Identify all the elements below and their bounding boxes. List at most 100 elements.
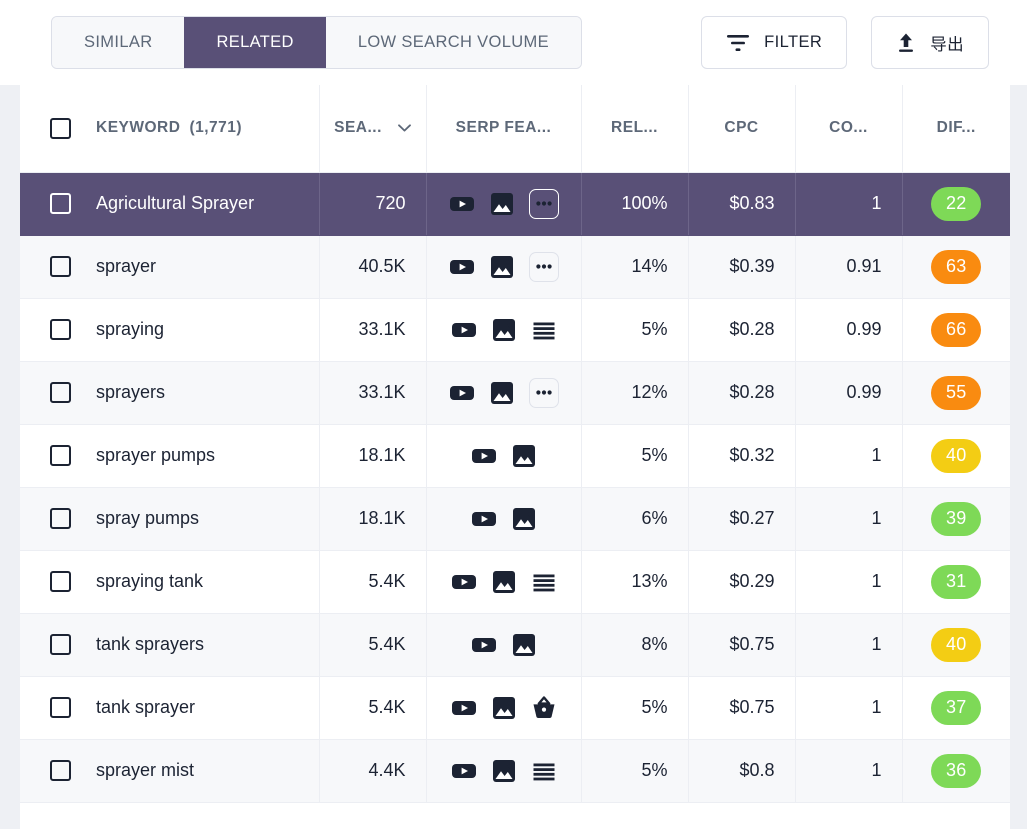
difficulty-badge: 40	[931, 627, 982, 662]
tab-similar[interactable]: SIMILAR	[52, 17, 185, 68]
keyword-type-tab-group[interactable]: SIMILAR RELATED LOW SEARCH VOLUME	[51, 16, 582, 69]
video-icon	[471, 632, 497, 658]
cell-competition: 1	[795, 424, 903, 488]
column-header-serp-features[interactable]: SERP FEA...	[426, 85, 582, 173]
cell-difficulty: 63	[902, 235, 1010, 299]
table-row[interactable]: tank sprayers 5.4K 8% $0.75 1 40	[20, 613, 1010, 677]
cell-serp-features	[426, 487, 582, 551]
cell-competition: 1	[795, 739, 903, 803]
difficulty-badge: 66	[931, 312, 982, 347]
row-checkbox[interactable]	[50, 319, 71, 340]
cell-competition: 1	[795, 172, 903, 236]
column-header-search-volume[interactable]: SEA...	[319, 85, 427, 173]
cell-relevance: 5%	[581, 298, 689, 362]
video-icon	[471, 443, 497, 469]
cell-serp-features	[426, 424, 582, 488]
cell-relevance: 5%	[581, 739, 689, 803]
table-row[interactable]: spraying 33.1K 5% $0.28 0.99 66	[20, 298, 1010, 362]
tab-low-search-volume[interactable]: LOW SEARCH VOLUME	[325, 17, 581, 68]
row-checkbox[interactable]	[50, 697, 71, 718]
cell-cpc: $0.83	[688, 172, 796, 236]
keyword-text[interactable]: tank sprayer	[96, 697, 195, 718]
row-checkbox[interactable]	[50, 193, 71, 214]
cell-keyword: sprayer mist	[20, 739, 320, 803]
cell-serp-features	[426, 550, 582, 614]
column-header-keyword[interactable]: KEYWORD (1,771)	[20, 85, 320, 173]
table-header-row: KEYWORD (1,771) SEA... SERP FEA... REL..…	[20, 85, 1010, 173]
image-icon	[511, 443, 537, 469]
cell-relevance: 12%	[581, 361, 689, 425]
table-row[interactable]: tank sprayer 5.4K 5% $0.75 1 37	[20, 676, 1010, 740]
cell-search-volume: 5.4K	[319, 676, 427, 740]
keyword-text[interactable]: spray pumps	[96, 508, 199, 529]
export-button[interactable]: 导出	[871, 16, 989, 69]
list-icon	[531, 569, 557, 595]
cell-keyword: Agricultural Sprayer	[20, 172, 320, 236]
row-checkbox[interactable]	[50, 508, 71, 529]
video-icon	[451, 569, 477, 595]
more-icon[interactable]	[528, 377, 559, 408]
cell-difficulty: 39	[902, 487, 1010, 551]
image-icon	[489, 254, 515, 280]
row-checkbox[interactable]	[50, 382, 71, 403]
cell-cpc: $0.75	[688, 613, 796, 677]
table-row[interactable]: sprayer 40.5K 14% $0.39 0.91 63	[20, 235, 1010, 299]
cell-relevance: 8%	[581, 613, 689, 677]
keyword-text[interactable]: Agricultural Sprayer	[96, 193, 254, 214]
table-row[interactable]: Agricultural Sprayer 720 100% $0.83 1 22	[20, 172, 1010, 236]
row-checkbox[interactable]	[50, 571, 71, 592]
column-header-competition[interactable]: CO...	[795, 85, 903, 173]
keyword-count: (1,771)	[189, 119, 243, 137]
row-checkbox[interactable]	[50, 256, 71, 277]
image-icon	[491, 317, 517, 343]
export-button-label: 导出	[930, 35, 964, 54]
more-icon[interactable]	[528, 188, 559, 219]
cell-difficulty: 40	[902, 424, 1010, 488]
cell-relevance: 100%	[581, 172, 689, 236]
keyword-text[interactable]: sprayer mist	[96, 760, 194, 781]
row-checkbox[interactable]	[50, 760, 71, 781]
more-icon[interactable]	[528, 251, 559, 282]
keyword-text[interactable]: sprayer	[96, 256, 156, 277]
table-row[interactable]: spray pumps 18.1K 6% $0.27 1 39	[20, 487, 1010, 551]
filter-icon	[726, 33, 750, 53]
table-row[interactable]: sprayer pumps 18.1K 5% $0.32 1 40	[20, 424, 1010, 488]
row-checkbox[interactable]	[50, 634, 71, 655]
cell-competition: 1	[795, 550, 903, 614]
cell-competition: 1	[795, 487, 903, 551]
video-icon	[449, 191, 475, 217]
table-row[interactable]: sprayer mist 4.4K 5% $0.8 1 36	[20, 739, 1010, 803]
column-header-difficulty[interactable]: DIF...	[902, 85, 1010, 173]
keyword-text[interactable]: tank sprayers	[96, 634, 204, 655]
table-row[interactable]: spraying tank 5.4K 13% $0.29 1 31	[20, 550, 1010, 614]
table-row[interactable]: sprayers 33.1K 12% $0.28 0.99 55	[20, 361, 1010, 425]
image-icon	[489, 191, 515, 217]
image-icon	[489, 380, 515, 406]
cell-cpc: $0.28	[688, 361, 796, 425]
keyword-text[interactable]: sprayer pumps	[96, 445, 215, 466]
cell-serp-features	[426, 172, 582, 236]
keyword-text[interactable]: spraying	[96, 319, 164, 340]
tab-related[interactable]: RELATED	[184, 17, 326, 68]
cell-difficulty: 55	[902, 361, 1010, 425]
difficulty-badge: 22	[931, 186, 982, 221]
filter-button-label: FILTER	[764, 33, 823, 51]
difficulty-badge: 37	[931, 690, 982, 725]
cell-search-volume: 18.1K	[319, 487, 427, 551]
row-checkbox[interactable]	[50, 445, 71, 466]
cell-difficulty: 22	[902, 172, 1010, 236]
image-icon	[491, 695, 517, 721]
cell-serp-features	[426, 298, 582, 362]
filter-button[interactable]: FILTER	[701, 16, 848, 69]
keyword-text[interactable]: spraying tank	[96, 571, 203, 592]
cell-competition: 0.99	[795, 298, 903, 362]
table-body: Agricultural Sprayer 720 100% $0.83 1 22 spray…	[20, 172, 1010, 803]
column-header-cpc[interactable]: CPC	[688, 85, 796, 173]
cell-cpc: $0.32	[688, 424, 796, 488]
chevron-down-icon[interactable]	[398, 124, 411, 132]
difficulty-badge: 40	[931, 438, 982, 473]
select-all-checkbox[interactable]	[50, 117, 71, 139]
keyword-text[interactable]: sprayers	[96, 382, 165, 403]
cell-relevance: 5%	[581, 676, 689, 740]
column-header-relevance[interactable]: REL...	[581, 85, 689, 173]
